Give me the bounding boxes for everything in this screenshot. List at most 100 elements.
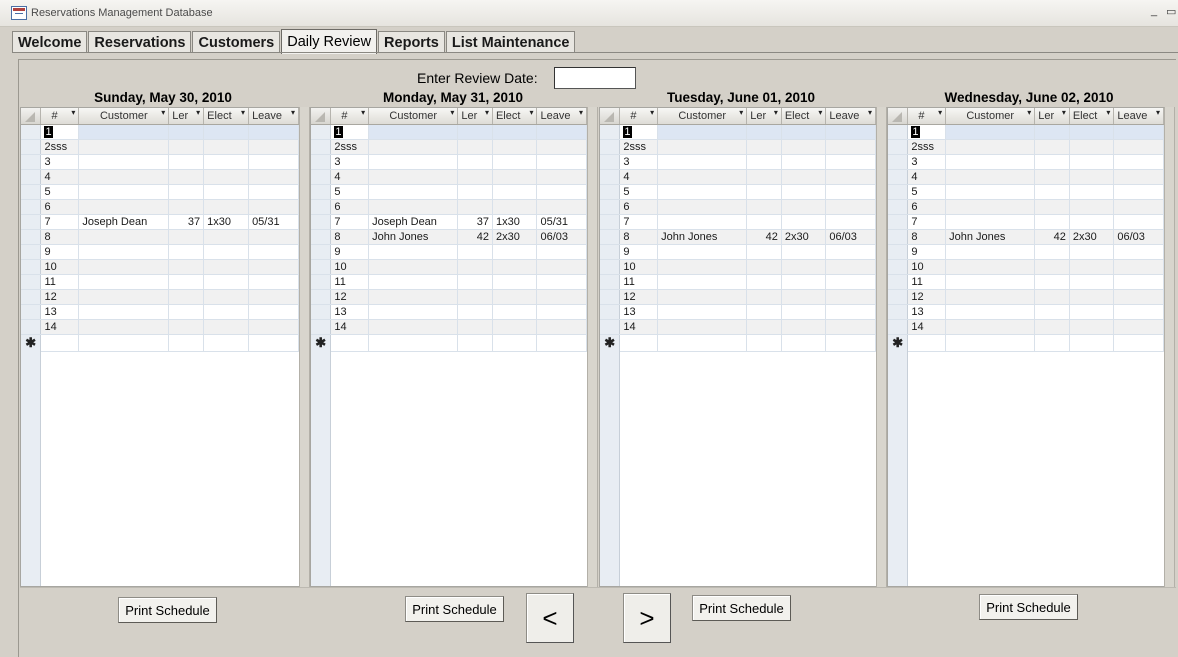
length-cell[interactable] xyxy=(457,319,493,335)
electric-cell[interactable] xyxy=(492,154,538,170)
leave-date-cell[interactable] xyxy=(825,169,876,185)
new-record-cell[interactable] xyxy=(368,334,459,352)
site-number-cell[interactable]: 8 xyxy=(330,229,370,245)
length-cell[interactable] xyxy=(1034,289,1070,305)
site-number-cell[interactable]: 13 xyxy=(619,304,659,320)
new-record-cell[interactable] xyxy=(78,334,170,352)
customer-cell[interactable] xyxy=(368,259,459,275)
leave-date-cell[interactable] xyxy=(825,124,876,140)
column-header[interactable]: Elect ▾ xyxy=(781,108,827,125)
day-grid[interactable]: # ▾ Customer ▾ Ler ▾ Elect ▾ Leave ▾ 1 2sss 3 4 5 6 7 8 Jo… xyxy=(887,107,1165,587)
row-selector[interactable] xyxy=(311,319,332,335)
electric-cell[interactable] xyxy=(1069,199,1115,215)
new-record-cell[interactable] xyxy=(203,334,250,352)
electric-cell[interactable] xyxy=(781,184,827,200)
site-number-cell[interactable]: 6 xyxy=(40,199,80,215)
table-row[interactable]: 1 xyxy=(600,124,876,140)
row-selector[interactable] xyxy=(888,259,909,275)
row-selector[interactable] xyxy=(888,244,909,260)
leave-date-cell[interactable] xyxy=(248,319,299,335)
customer-cell[interactable] xyxy=(78,259,170,275)
row-selector[interactable] xyxy=(311,304,332,320)
electric-cell[interactable]: 1x30 xyxy=(203,214,250,230)
length-cell[interactable]: 42 xyxy=(746,229,782,245)
site-number-cell[interactable]: 3 xyxy=(40,154,80,170)
site-number-cell[interactable]: 5 xyxy=(619,184,659,200)
electric-cell[interactable] xyxy=(203,304,250,320)
row-selector[interactable] xyxy=(21,184,42,200)
customer-cell[interactable] xyxy=(657,139,748,155)
table-row[interactable]: 14 xyxy=(311,319,587,335)
new-record-cell[interactable] xyxy=(825,334,876,352)
row-selector[interactable] xyxy=(21,259,42,275)
column-header[interactable]: # ▾ xyxy=(40,108,80,125)
customer-cell[interactable] xyxy=(657,214,748,230)
length-cell[interactable] xyxy=(457,124,493,140)
customer-cell[interactable] xyxy=(945,184,1036,200)
electric-cell[interactable] xyxy=(203,274,250,290)
electric-cell[interactable] xyxy=(1069,274,1115,290)
new-record-cell[interactable] xyxy=(907,334,947,352)
customer-cell[interactable] xyxy=(657,259,748,275)
customer-cell[interactable] xyxy=(78,199,170,215)
row-selector[interactable] xyxy=(888,169,909,185)
new-record-row[interactable]: ✱ xyxy=(888,334,1164,352)
row-selector[interactable] xyxy=(311,184,332,200)
day-grid[interactable]: # ▾ Customer ▾ Ler ▾ Elect ▾ Leave ▾ 1 2sss 3 4 5 6 7 Jos… xyxy=(310,107,588,587)
length-cell[interactable] xyxy=(168,184,205,200)
row-selector[interactable] xyxy=(21,319,42,335)
length-cell[interactable] xyxy=(457,184,493,200)
table-row[interactable]: 3 xyxy=(21,154,299,170)
electric-cell[interactable] xyxy=(492,139,538,155)
customer-cell[interactable] xyxy=(368,199,459,215)
length-cell[interactable] xyxy=(746,244,782,260)
table-row[interactable]: 6 xyxy=(888,199,1164,215)
electric-cell[interactable]: 2x30 xyxy=(492,229,538,245)
row-selector[interactable] xyxy=(311,154,332,170)
site-number-cell[interactable]: 4 xyxy=(907,169,947,185)
table-row[interactable]: 5 xyxy=(888,184,1164,200)
sort-dropdown-icon[interactable]: ▾ xyxy=(938,108,942,117)
site-number-cell[interactable]: 4 xyxy=(330,169,370,185)
row-selector[interactable] xyxy=(311,274,332,290)
customer-cell[interactable] xyxy=(78,139,170,155)
electric-cell[interactable] xyxy=(781,259,827,275)
site-number-cell[interactable]: 14 xyxy=(619,319,659,335)
table-row[interactable]: 9 xyxy=(600,244,876,260)
row-selector[interactable] xyxy=(311,139,332,155)
customer-cell[interactable]: John Jones xyxy=(945,229,1036,245)
length-cell[interactable]: 37 xyxy=(457,214,493,230)
row-selector[interactable] xyxy=(888,199,909,215)
electric-cell[interactable] xyxy=(203,124,250,140)
table-row[interactable]: 8 John Jones 42 2x30 06/03 xyxy=(600,229,876,245)
column-header[interactable]: Ler ▾ xyxy=(457,108,493,125)
leave-date-cell[interactable] xyxy=(1113,154,1164,170)
table-row[interactable]: 4 xyxy=(888,169,1164,185)
sort-dropdown-icon[interactable]: ▾ xyxy=(161,108,165,117)
row-selector[interactable] xyxy=(600,304,621,320)
leave-date-cell[interactable] xyxy=(1113,214,1164,230)
table-row[interactable]: 10 xyxy=(21,259,299,275)
print-schedule-button[interactable]: Print Schedule xyxy=(118,597,217,623)
leave-date-cell[interactable] xyxy=(825,259,876,275)
new-record-cell[interactable] xyxy=(457,334,493,352)
site-number-cell[interactable]: 2sss xyxy=(40,139,80,155)
leave-date-cell[interactable] xyxy=(536,319,587,335)
row-selector[interactable] xyxy=(600,139,621,155)
row-selector[interactable] xyxy=(21,244,42,260)
row-selector[interactable] xyxy=(888,184,909,200)
site-number-cell[interactable]: 6 xyxy=(330,199,370,215)
customer-cell[interactable] xyxy=(945,199,1036,215)
row-selector[interactable] xyxy=(600,214,621,230)
site-number-cell[interactable]: 8 xyxy=(907,229,947,245)
customer-cell[interactable] xyxy=(657,124,748,140)
new-record-cell[interactable] xyxy=(40,334,80,352)
row-selector[interactable] xyxy=(311,229,332,245)
row-selector[interactable] xyxy=(888,154,909,170)
table-row[interactable]: 13 xyxy=(21,304,299,320)
row-selector[interactable] xyxy=(21,169,42,185)
column-header[interactable]: Ler ▾ xyxy=(1034,108,1070,125)
customer-cell[interactable] xyxy=(78,289,170,305)
customer-cell[interactable] xyxy=(657,184,748,200)
site-number-cell[interactable]: 7 xyxy=(40,214,80,230)
